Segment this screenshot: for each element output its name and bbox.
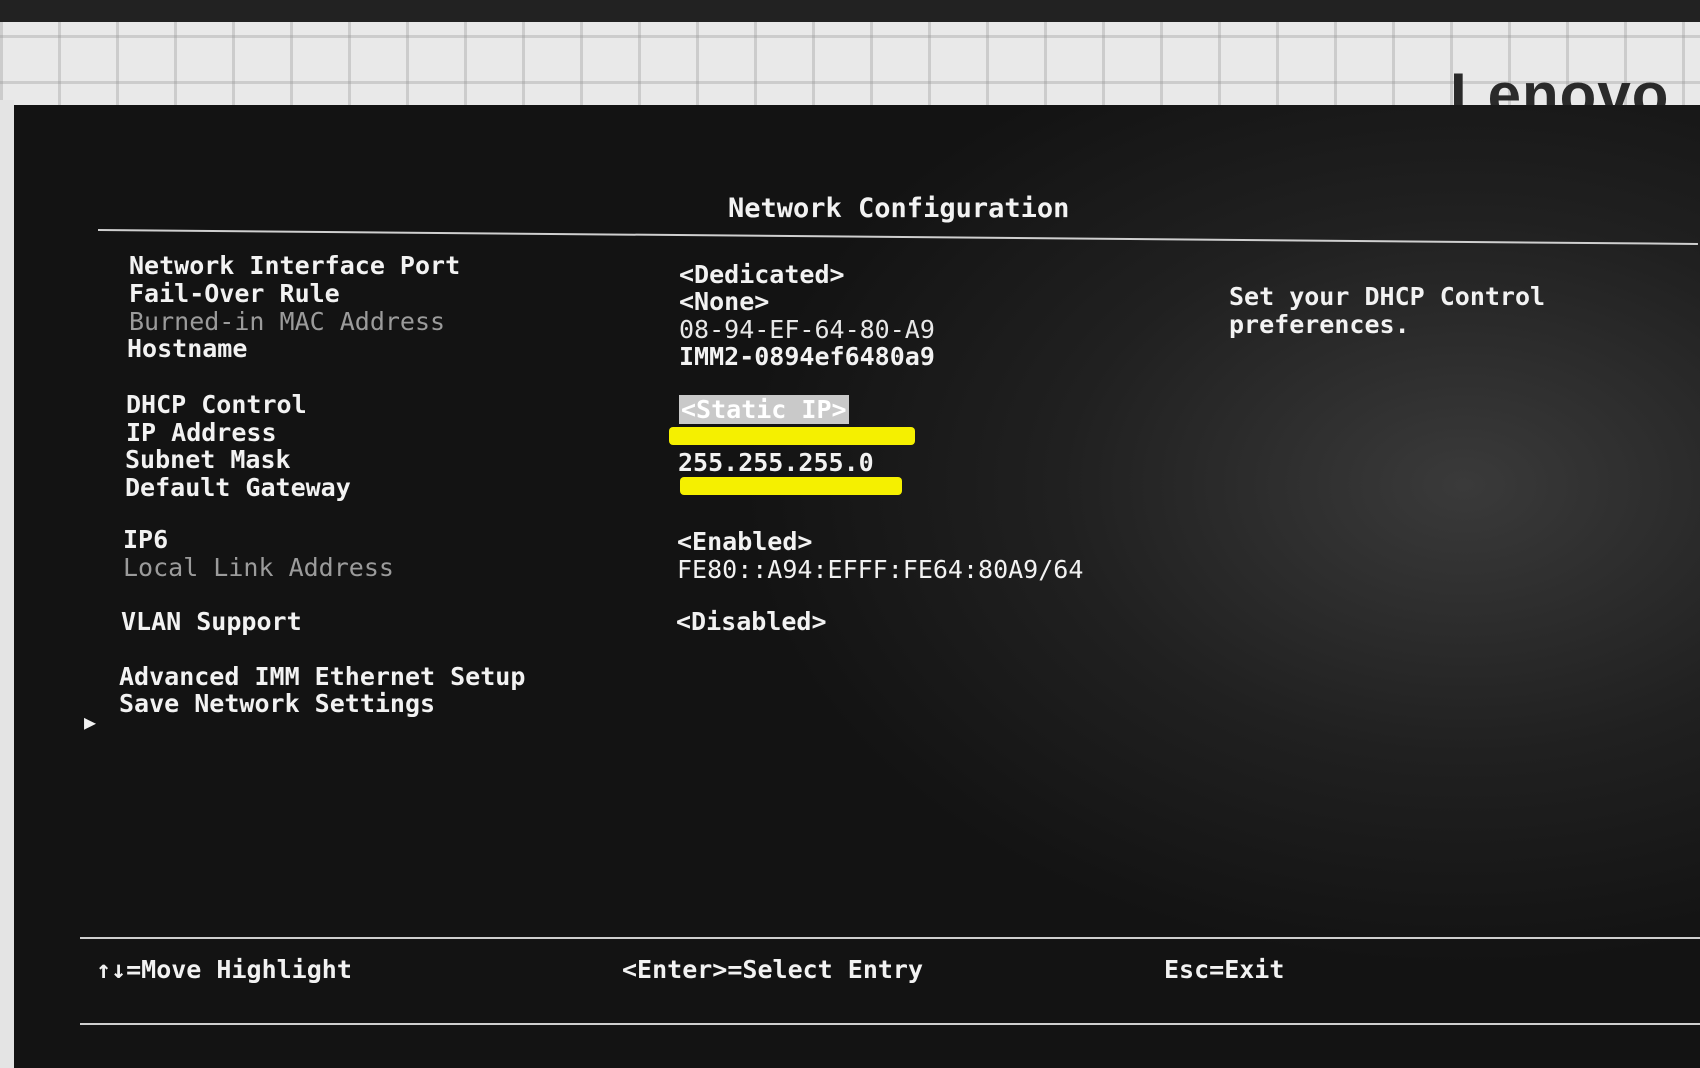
label-default-gateway[interactable]: Default Gateway xyxy=(125,473,351,502)
redaction-ip-address xyxy=(669,427,915,445)
label-dhcp-control[interactable]: DHCP Control xyxy=(126,390,307,419)
help-line-1: Set your DHCP Control xyxy=(1229,282,1546,311)
label-vlan-support[interactable]: VLAN Support xyxy=(121,607,302,636)
title-divider xyxy=(97,229,1698,245)
value-hostname[interactable]: IMM2-0894ef6480a9 xyxy=(679,342,935,371)
label-ip6[interactable]: IP6 xyxy=(123,525,168,554)
help-text: Set your DHCP Control preferences. xyxy=(1229,283,1545,339)
menu-advanced-imm-ethernet-setup[interactable]: Advanced IMM Ethernet Setup xyxy=(119,662,525,691)
footer-select-entry: <Enter>=Select Entry xyxy=(622,955,924,984)
label-hostname[interactable]: Hostname xyxy=(127,334,247,363)
submenu-arrow-icon: ▶ xyxy=(84,710,97,734)
label-fail-over-rule[interactable]: Fail-Over Rule xyxy=(129,279,340,308)
footer-divider-bottom xyxy=(80,1023,1700,1025)
selected-value-highlight[interactable]: <Static IP> xyxy=(679,395,849,424)
value-vlan-support[interactable]: <Disabled> xyxy=(676,607,827,636)
label-ip-address[interactable]: IP Address xyxy=(126,418,277,447)
label-subnet-mask[interactable]: Subnet Mask xyxy=(125,445,291,474)
footer-exit: Esc=Exit xyxy=(1164,955,1285,984)
value-fail-over-rule[interactable]: <None> xyxy=(679,287,769,316)
page-title: Network Configuration xyxy=(728,193,1070,224)
value-local-link-address: FE80::A94:EFFF:FE64:80A9/64 xyxy=(677,555,1084,584)
help-line-2: preferences. xyxy=(1229,310,1410,339)
value-ip6[interactable]: <Enabled> xyxy=(677,527,812,556)
label-local-link-address: Local Link Address xyxy=(123,553,394,582)
value-network-interface-port[interactable]: <Dedicated> xyxy=(679,260,845,289)
menu-save-network-settings[interactable]: Save Network Settings xyxy=(119,689,435,718)
value-dhcp-control[interactable]: <Static IP> xyxy=(679,395,849,424)
value-mac-address: 08-94-EF-64-80-A9 xyxy=(679,315,935,344)
bios-screen: Network Configuration Network Interface … xyxy=(14,105,1700,1068)
label-network-interface-port[interactable]: Network Interface Port xyxy=(129,251,460,280)
footer-divider-top xyxy=(80,937,1700,939)
monitor-bezel-left xyxy=(0,100,14,1068)
value-subnet-mask[interactable]: 255.255.255.0 xyxy=(678,448,874,477)
redaction-default-gateway xyxy=(680,477,902,495)
footer-move-highlight: ↑↓=Move Highlight xyxy=(96,955,352,984)
label-mac-address: Burned-in MAC Address xyxy=(129,307,446,336)
